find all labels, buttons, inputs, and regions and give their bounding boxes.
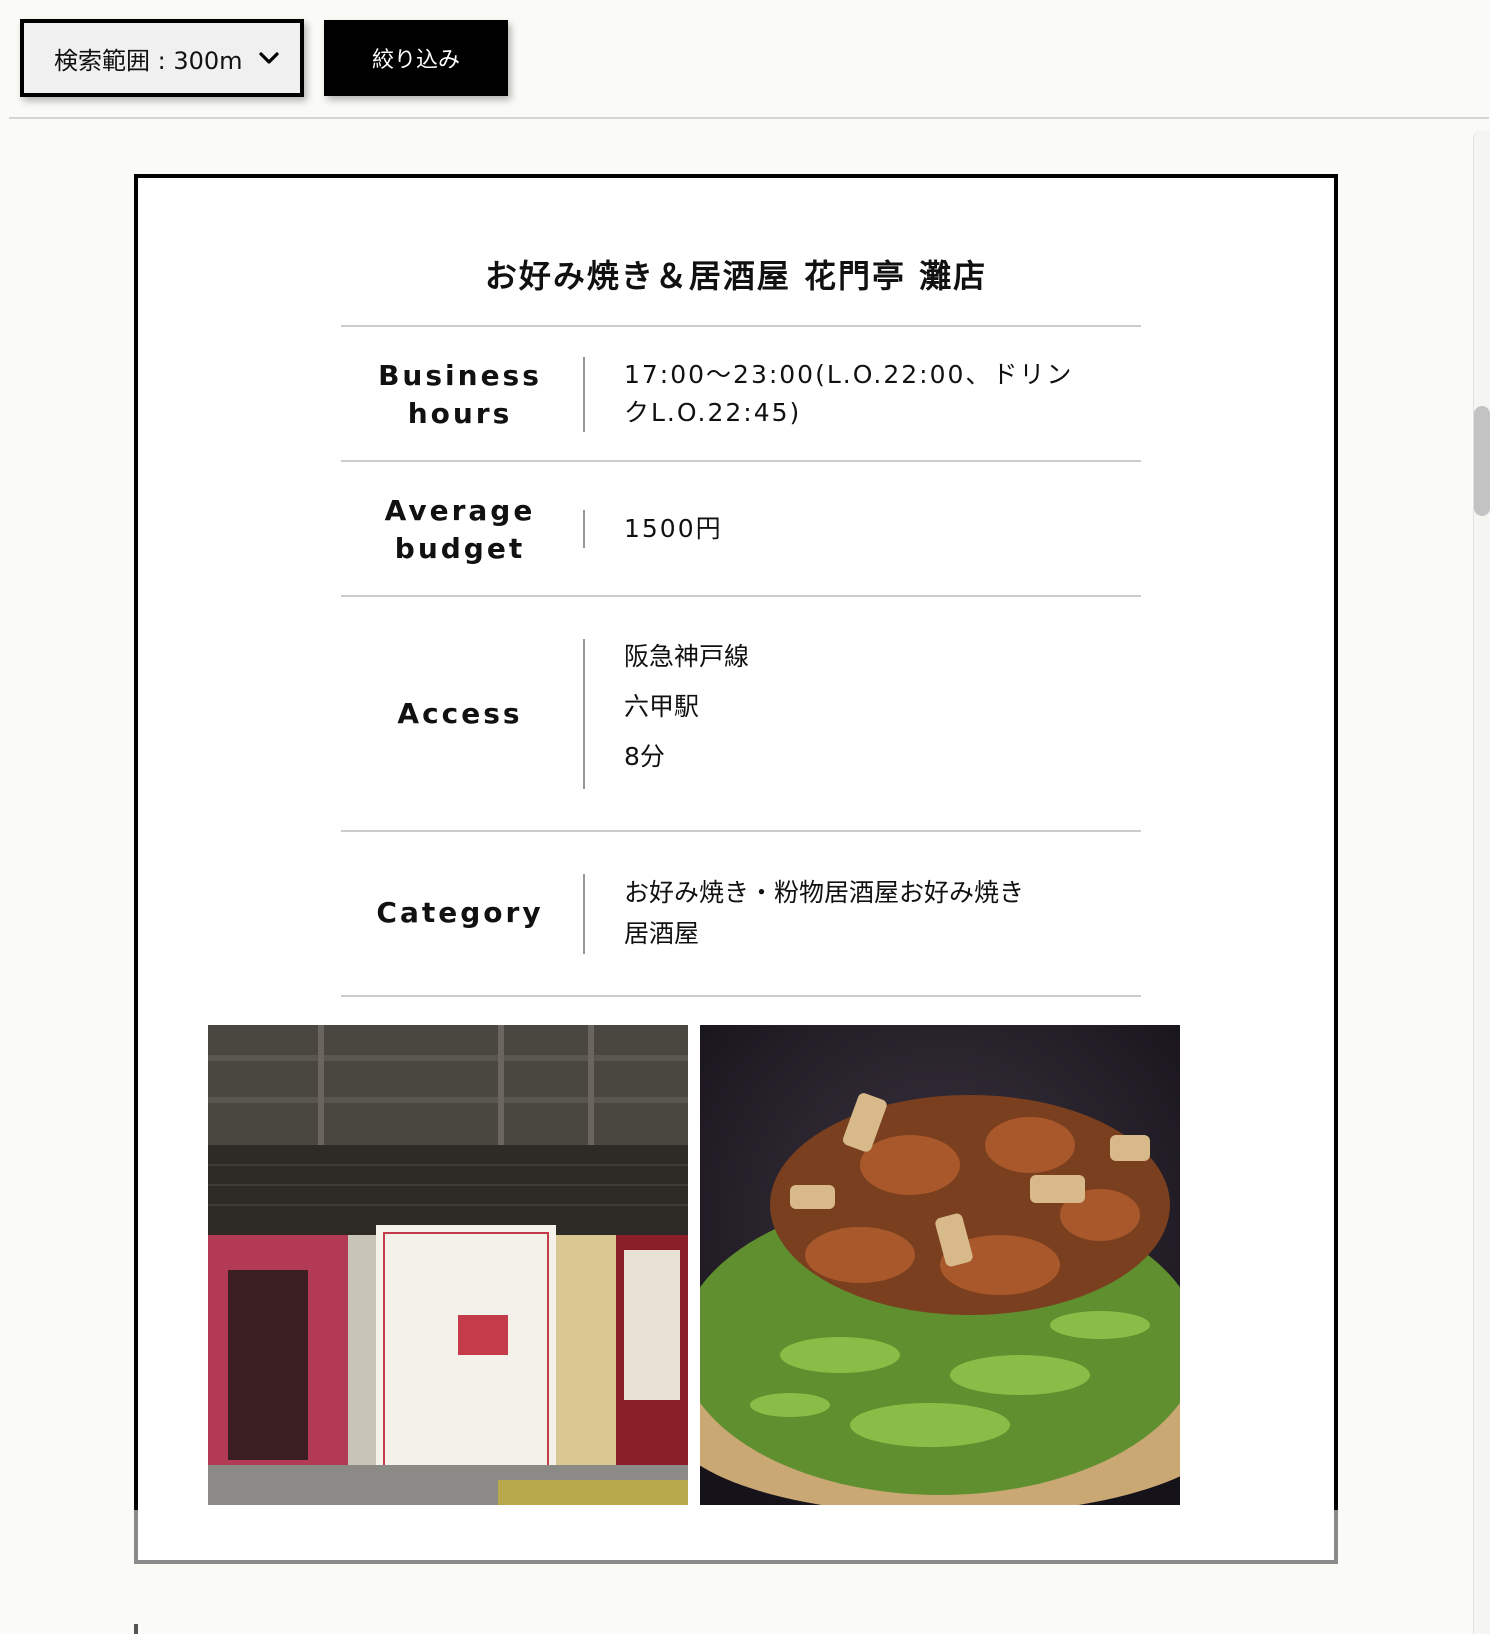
average-budget-value: 1500円 <box>624 514 723 543</box>
row-divider <box>583 639 585 789</box>
search-range-select[interactable]: 検索範囲 : 300m <box>20 19 304 97</box>
scrollbar-track[interactable] <box>1473 131 1490 1634</box>
business-hours-value: 17:00〜23:00(L.O.22:00、ドリンクL.O.22:45) <box>624 360 1074 427</box>
access-line: 阪急神戸線 <box>624 642 750 671</box>
filter-button-label: 絞り込み <box>371 48 460 73</box>
access-label: Access <box>397 697 523 730</box>
shop-name: お好み焼き＆居酒屋 花門亭 灘店 <box>484 257 988 295</box>
access-value: 阪急神戸線 六甲駅 8分 <box>624 632 1084 782</box>
info-row-access: Access 阪急神戸線 六甲駅 8分 <box>341 595 1141 830</box>
next-card-edge <box>134 1624 138 1634</box>
row-divider <box>583 874 585 954</box>
category-value: お好み焼き・粉物居酒屋お好み焼き 居酒屋 <box>624 872 1084 954</box>
category-line: お好み焼き・粉物居酒屋お好み焼き <box>624 878 1025 907</box>
shop-info-table: Business hours 17:00〜23:00(L.O.22:00、ドリン… <box>341 325 1141 997</box>
scrollbar-thumb[interactable] <box>1474 406 1490 516</box>
filter-toolbar: 検索範囲 : 300m 絞り込み <box>0 0 1490 119</box>
access-line: 六甲駅 <box>624 692 700 721</box>
shop-exterior-photo <box>208 1025 688 1505</box>
toolbar-divider <box>9 117 1489 119</box>
card-border-shade <box>1334 1510 1338 1564</box>
access-line: 8分 <box>624 742 665 771</box>
info-row-business-hours: Business hours 17:00〜23:00(L.O.22:00、ドリン… <box>341 325 1141 460</box>
filter-button[interactable]: 絞り込み <box>324 20 508 96</box>
chevron-down-icon <box>259 52 279 64</box>
business-hours-label: Business hours <box>378 359 542 430</box>
row-divider <box>583 357 585 432</box>
search-range-value: 検索範囲 : 300m <box>54 46 243 75</box>
shop-card: お好み焼き＆居酒屋 花門亭 灘店 Business hours 17:00〜23… <box>134 174 1338 1564</box>
okonomiyaki-photo <box>700 1025 1180 1505</box>
average-budget-label: Average budget <box>384 494 536 565</box>
info-row-average-budget: Average budget 1500円 <box>341 460 1141 595</box>
category-line: 居酒屋 <box>624 919 700 948</box>
category-label: Category <box>376 896 544 929</box>
card-border-shade <box>134 1510 138 1564</box>
info-row-category: Category お好み焼き・粉物居酒屋お好み焼き 居酒屋 <box>341 830 1141 997</box>
row-divider <box>583 510 585 548</box>
